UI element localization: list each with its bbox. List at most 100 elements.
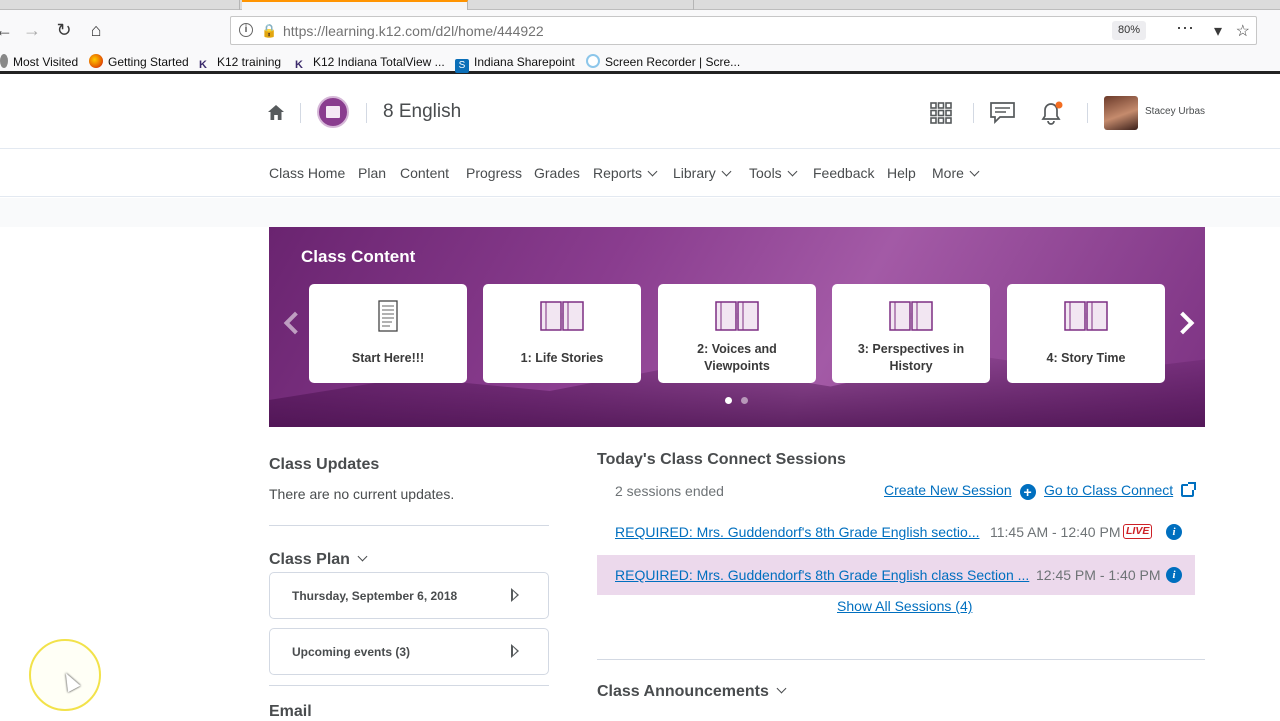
- course-title[interactable]: 8 English: [383, 101, 461, 123]
- play-arrow-icon: [511, 588, 519, 602]
- course-selector-grid-icon[interactable]: [930, 102, 952, 124]
- header-divider: [366, 103, 367, 123]
- class-updates-message: There are no current updates.: [269, 486, 455, 502]
- browser-navbar: ← → ↻ ⌂ i 🔒 https://learning.k12.com/d2l…: [0, 10, 1280, 50]
- add-circle-icon: +: [1019, 484, 1036, 500]
- book-icon: [1064, 301, 1108, 331]
- back-icon[interactable]: ←: [0, 18, 16, 42]
- chevron-down-icon: [647, 166, 658, 177]
- go-to-class-connect-link[interactable]: Go to Class Connect: [1044, 482, 1197, 498]
- chevron-down-icon: [969, 166, 980, 177]
- gear-icon: [0, 54, 8, 68]
- user-name[interactable]: Stacey Urbas: [1145, 106, 1205, 117]
- external-link-icon: [1181, 482, 1197, 497]
- class-content-banner: Class Content Start Here!!! 1: Life Stor…: [269, 227, 1205, 427]
- content-card-perspectives-in-history[interactable]: 3: Perspectives in History: [832, 284, 990, 383]
- nav-help[interactable]: Help: [887, 165, 916, 181]
- reload-icon[interactable]: ↻: [52, 18, 76, 42]
- course-logo-icon[interactable]: [317, 96, 349, 128]
- nav-more[interactable]: More: [932, 165, 980, 181]
- class-plan-upcoming-events[interactable]: Upcoming events (3): [269, 628, 549, 675]
- carousel-dot[interactable]: [741, 397, 748, 404]
- bookmark-indiana-sharepoint[interactable]: S Indiana Sharepoint: [455, 53, 575, 73]
- home-icon[interactable]: [268, 105, 284, 120]
- bookmark-k12-indiana-totalview[interactable]: K K12 Indiana TotalView ...: [295, 53, 445, 71]
- session-info-icon[interactable]: i: [1166, 524, 1182, 540]
- session-title-link[interactable]: REQUIRED: Mrs. Guddendorf's 8th Grade En…: [615, 524, 980, 540]
- firefox-icon: [89, 54, 103, 68]
- nav-progress[interactable]: Progress: [466, 165, 522, 181]
- divider: [269, 525, 549, 526]
- carousel-prev-icon[interactable]: [283, 311, 307, 335]
- header-divider: [300, 103, 301, 123]
- nav-tools[interactable]: Tools: [749, 165, 798, 181]
- bookmark-getting-started[interactable]: Getting Started: [89, 53, 189, 71]
- browser-tab[interactable]: [470, 0, 694, 10]
- content-card-story-time[interactable]: 4: Story Time: [1007, 284, 1165, 383]
- header-divider: [1087, 103, 1088, 123]
- create-new-session-link[interactable]: Create New Session +: [884, 482, 1036, 500]
- nav-content[interactable]: Content: [400, 165, 449, 181]
- notifications-bell-icon[interactable]: [1040, 100, 1064, 126]
- browser-tab-active[interactable]: [242, 0, 468, 10]
- page-actions-icon[interactable]: ⋯: [1176, 18, 1194, 39]
- browser-tab-strip: [0, 0, 1280, 10]
- document-icon: [378, 300, 398, 332]
- class-updates-title: Class Updates: [269, 456, 380, 473]
- content-card-voices-and-viewpoints[interactable]: 2: Voices and Viewpoints: [658, 284, 816, 383]
- session-row: REQUIRED: Mrs. Guddendorf's 8th Grade En…: [597, 512, 1195, 552]
- session-time: 12:45 PM - 1:40 PM: [1036, 567, 1161, 583]
- class-plan-title[interactable]: Class Plan: [269, 551, 368, 569]
- zoom-level[interactable]: 80%: [1111, 21, 1146, 40]
- chevron-down-icon: [721, 166, 732, 177]
- lock-icon: 🔒: [261, 23, 278, 38]
- nav-class-home[interactable]: Class Home: [269, 165, 345, 181]
- class-connect-title: Today's Class Connect Sessions: [597, 451, 846, 468]
- header-divider: [973, 103, 974, 123]
- carousel-dot-active[interactable]: [725, 397, 732, 404]
- session-info-icon[interactable]: i: [1166, 567, 1182, 583]
- bookmark-star-icon[interactable]: ☆: [1236, 21, 1250, 41]
- session-title-link[interactable]: REQUIRED: Mrs. Guddendorf's 8th Grade En…: [615, 567, 1029, 583]
- bookmark-k12-training[interactable]: K K12 training: [199, 53, 281, 71]
- nav-plan[interactable]: Plan: [358, 165, 386, 181]
- email-title: Email: [269, 703, 312, 720]
- class-plan-date-item[interactable]: Thursday, September 6, 2018: [269, 572, 549, 619]
- sharepoint-icon: S: [455, 59, 469, 73]
- nav-feedback[interactable]: Feedback: [813, 165, 874, 181]
- play-arrow-icon: [511, 644, 519, 658]
- sessions-ended-text: 2 sessions ended: [615, 483, 724, 499]
- nav-library[interactable]: Library: [673, 165, 732, 181]
- recorder-icon: [586, 54, 600, 68]
- session-time: 11:45 AM - 12:40 PM: [990, 524, 1121, 540]
- show-all-sessions-link[interactable]: Show All Sessions (4): [837, 598, 972, 614]
- browser-tab[interactable]: [0, 0, 240, 10]
- pocket-icon[interactable]: ▾: [1214, 21, 1222, 41]
- nav-grades[interactable]: Grades: [534, 165, 580, 181]
- bookmarks-toolbar: Most Visited Getting Started K K12 traini…: [0, 50, 1280, 74]
- site-info-icon[interactable]: i: [239, 23, 253, 37]
- page-top-strip: [0, 198, 1280, 227]
- chevron-down-icon: [776, 683, 787, 694]
- nav-reports[interactable]: Reports: [593, 165, 658, 181]
- k12-icon: K: [295, 59, 303, 71]
- carousel-next-icon[interactable]: [1171, 311, 1195, 335]
- url-bar[interactable]: i 🔒 https://learning.k12.com/d2l/home/44…: [230, 16, 1257, 45]
- class-announcements-title[interactable]: Class Announcements: [597, 683, 787, 701]
- chevron-down-icon: [787, 166, 798, 177]
- course-navbar: Class Home Plan Content Progress Grades …: [0, 150, 1280, 197]
- browser-home-icon[interactable]: ⌂: [84, 18, 108, 42]
- book-icon: [715, 301, 759, 331]
- bookmark-screen-recorder[interactable]: Screen Recorder | Scre...: [586, 53, 740, 71]
- avatar[interactable]: [1104, 96, 1138, 130]
- book-icon: [889, 301, 933, 331]
- k12-icon: K: [199, 59, 207, 71]
- forward-icon[interactable]: →: [20, 18, 44, 42]
- content-card-start-here[interactable]: Start Here!!!: [309, 284, 467, 383]
- bookmark-most-visited[interactable]: Most Visited: [0, 53, 78, 71]
- course-header: 8 English Stacey Urbas: [0, 77, 1280, 149]
- live-badge: LIVE: [1123, 524, 1153, 539]
- url-text[interactable]: https://learning.k12.com/d2l/home/444922: [283, 23, 544, 39]
- messages-icon[interactable]: [990, 102, 1015, 125]
- content-card-life-stories[interactable]: 1: Life Stories: [483, 284, 641, 383]
